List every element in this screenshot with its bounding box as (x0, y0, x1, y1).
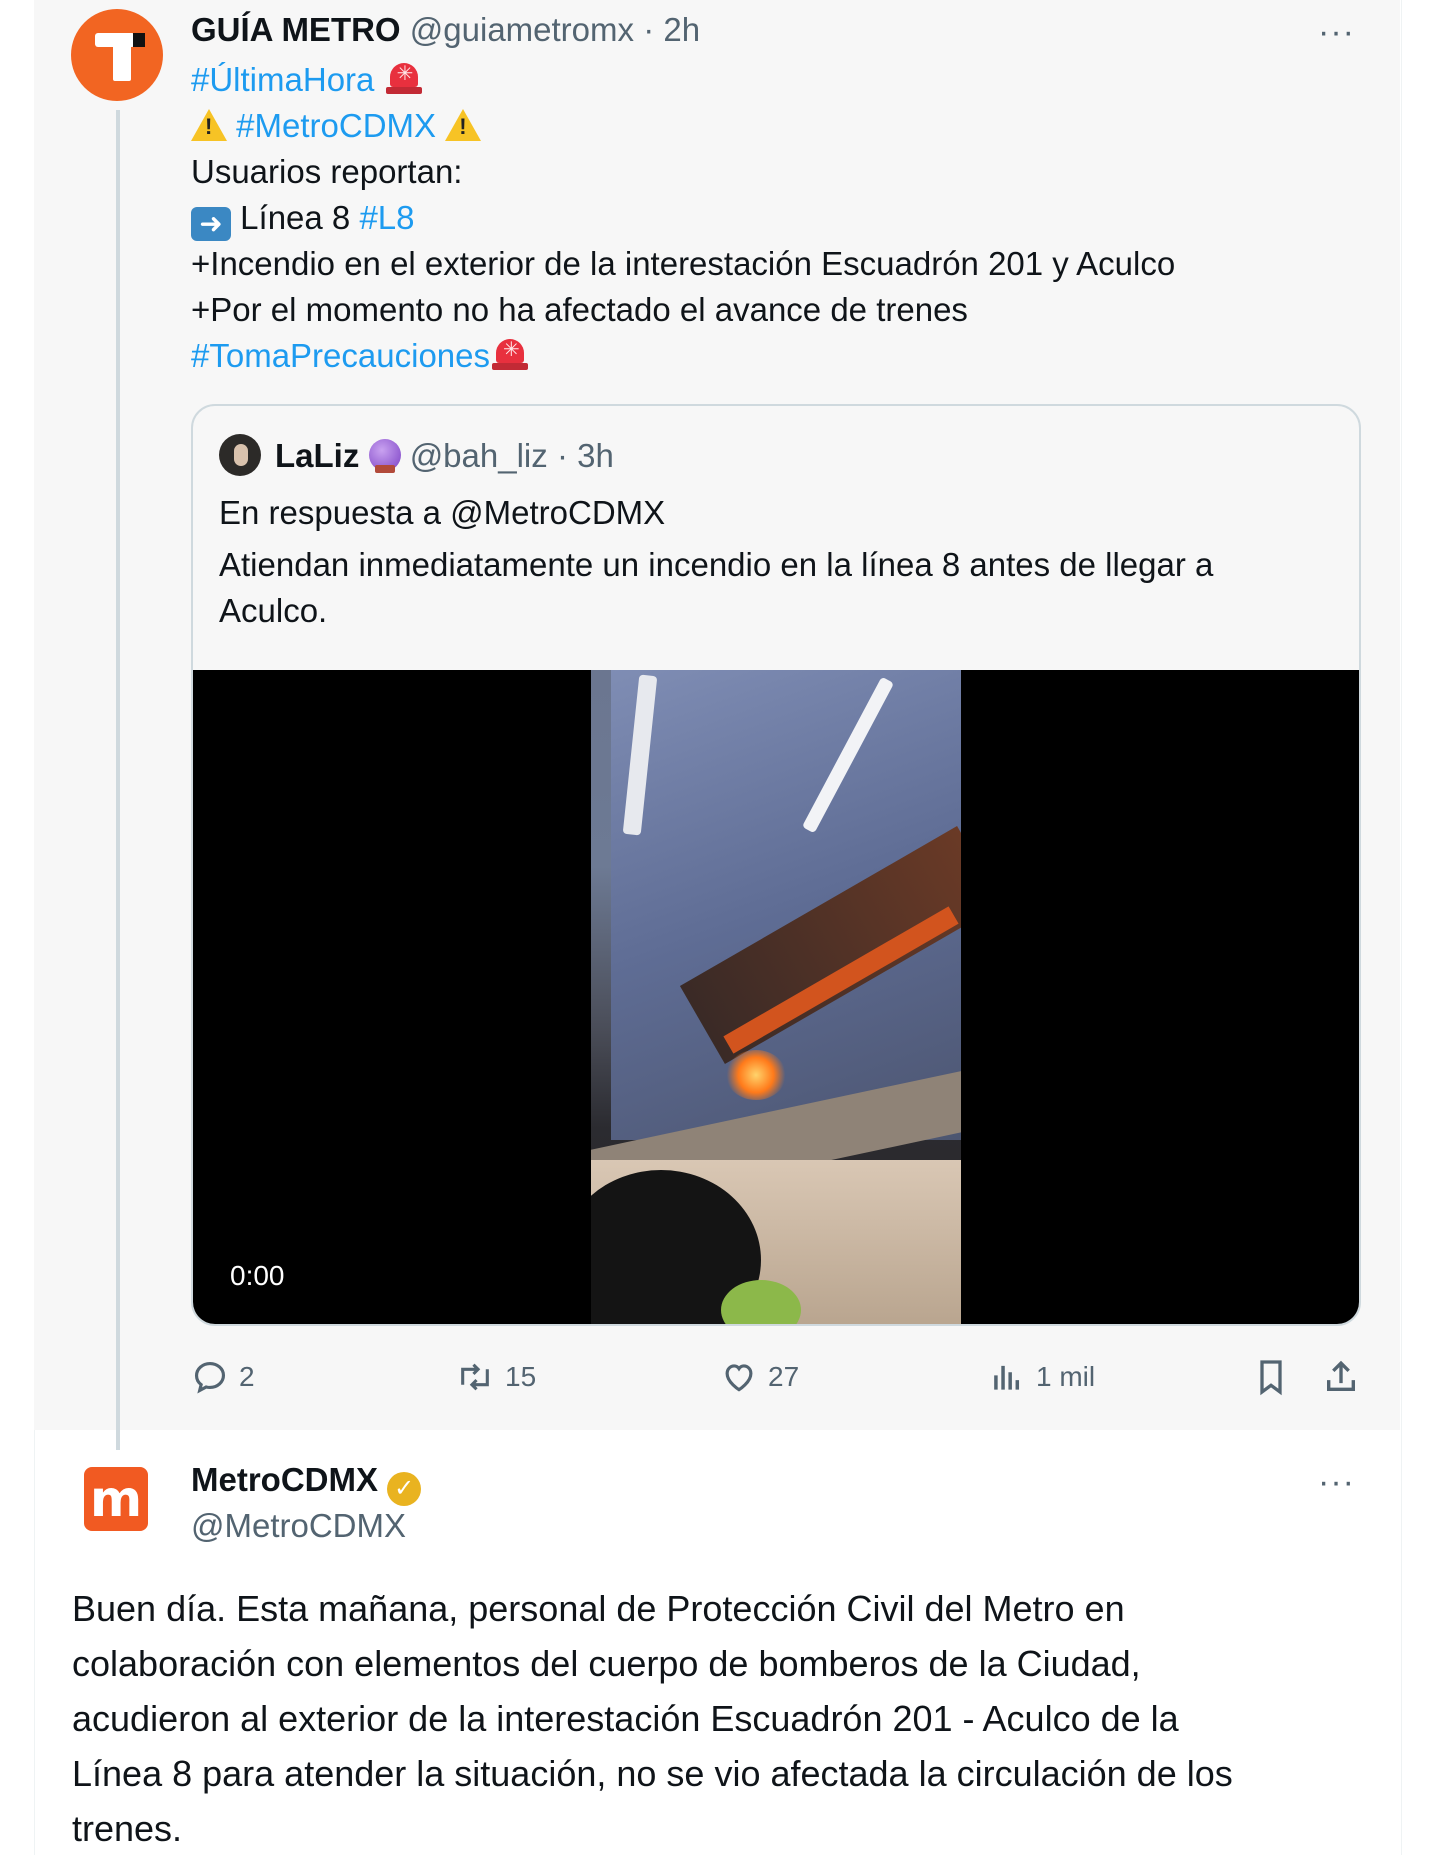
video-timecode: 0:00 (230, 1260, 285, 1291)
reply-to-text[interactable]: En respuesta a @MetroCDMX (219, 490, 665, 536)
metro-logo-icon: m (89, 1470, 143, 1528)
reply-count: 2 (239, 1361, 255, 1392)
hashtag-ultima-hora[interactable]: #ÚltimaHora (191, 61, 374, 98)
hashtag-l8[interactable]: #L8 (359, 199, 414, 236)
views-button[interactable]: 1 mil (988, 1355, 1095, 1399)
tweet-header: GUÍA METRO @guiametromx · 2h (191, 10, 700, 50)
reply-author-handle[interactable]: @MetroCDMX (191, 1506, 406, 1546)
views-count: 1 mil (1036, 1361, 1096, 1392)
share-icon (1327, 1360, 1355, 1391)
tweet-line-ultima-hora: #ÚltimaHora ✳ (191, 60, 424, 100)
right-arrow-emoji-icon: ➜ (191, 207, 231, 241)
thread-connector-line (116, 110, 120, 1450)
tweet-time[interactable]: · 2h (643, 11, 700, 48)
hashtag-metrocdmx[interactable]: #MetroCDMX (236, 107, 436, 144)
quote-author-handle[interactable]: @bah_liz (410, 437, 548, 474)
views-icon (994, 1365, 1020, 1390)
crystal-ball-emoji-icon (368, 439, 401, 473)
siren-emoji-icon: ✳ (384, 61, 424, 95)
tweet-line-linea: ➜ Línea 8 #L8 (191, 198, 415, 241)
metrocdmx-avatar[interactable]: m (84, 1467, 148, 1531)
bookmark-icon (1260, 1360, 1282, 1396)
tweet-line-usuarios: Usuarios reportan: (191, 153, 463, 190)
tweet-line-toma: #TomaPrecauciones ✳ (191, 336, 530, 376)
video-frame-fire-scene (591, 670, 961, 1324)
logo-t-stem (113, 41, 131, 81)
reply-text-line: Línea 8 para atender la situación, no se… (72, 1753, 1233, 1794)
quote-text-line: Atiendan inmediatamente un incendio en l… (219, 546, 1214, 583)
share-button[interactable] (1322, 1355, 1360, 1399)
quote-text-line: Aculco. (219, 592, 328, 629)
laliz-avatar[interactable] (219, 434, 261, 476)
warning-emoji-icon: ! (445, 109, 482, 141)
reply-text-line: colaboración con elementos del cuerpo de… (72, 1643, 1141, 1684)
siren-emoji-icon: ✳ (490, 337, 530, 371)
like-count: 27 (768, 1361, 800, 1392)
video-player[interactable]: 0:00 (193, 670, 1359, 1324)
retweet-button[interactable]: 15 (455, 1355, 536, 1399)
reply-text-line: trenes. (72, 1808, 183, 1849)
author-handle[interactable]: @guiametromx (410, 11, 634, 48)
verified-badge-icon: ✓ (387, 1472, 422, 1506)
reply-text-line: acudieron al exterior de la interestació… (72, 1698, 1179, 1739)
reply-icon (194, 1361, 226, 1394)
reply-author-name[interactable]: MetroCDMX (191, 1461, 378, 1498)
reply-button[interactable]: 2 (191, 1355, 255, 1399)
tweet-line-incendio: +Incendio en el exterior de la interesta… (191, 245, 1176, 282)
like-button[interactable]: 27 (720, 1355, 799, 1399)
quoted-tweet-card[interactable]: LaLiz @bah_liz · 3h En respuesta a @Metr… (191, 404, 1361, 1326)
reply-header-name: MetroCDMX ✓ (191, 1460, 422, 1506)
warning-emoji-icon: ! (191, 109, 227, 141)
more-options-icon[interactable]: ··· (1318, 15, 1355, 49)
retweet-icon (461, 1363, 489, 1391)
quote-time: · 3h (556, 437, 614, 474)
linea-8-text: Línea 8 (240, 199, 351, 236)
retweet-count: 15 (505, 1361, 537, 1392)
more-options-icon[interactable]: ··· (1318, 1465, 1355, 1499)
tweet-line-momento: +Por el momento no ha afectado el avance… (191, 291, 968, 328)
quote-header: LaLiz @bah_liz · 3h (275, 436, 614, 476)
logo-t-dot (133, 33, 145, 47)
quote-author-name[interactable]: LaLiz (275, 437, 359, 474)
reply-text-line: Buen día. Esta mañana, personal de Prote… (72, 1588, 1125, 1629)
hashtag-toma-precauciones[interactable]: #TomaPrecauciones (191, 337, 490, 374)
like-icon (725, 1364, 753, 1392)
tweet-line-metrocdmx: ! #MetroCDMX ! (191, 106, 482, 146)
author-name[interactable]: GUÍA METRO (191, 11, 401, 48)
guia-metro-avatar[interactable] (71, 9, 163, 101)
bookmark-button[interactable] (1253, 1355, 1289, 1399)
